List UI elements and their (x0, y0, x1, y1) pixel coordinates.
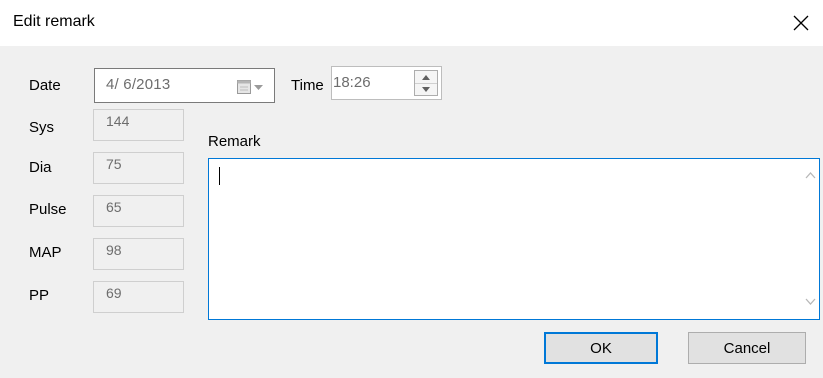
chevron-down-icon (254, 85, 263, 90)
time-label: Time (291, 77, 324, 94)
cancel-button[interactable]: Cancel (688, 332, 806, 364)
remark-label: Remark (208, 133, 261, 150)
text-caret (219, 167, 220, 185)
dia-field: 75 (93, 152, 184, 184)
spin-up-icon (422, 74, 430, 80)
spin-down-icon (422, 86, 430, 92)
pp-field: 69 (93, 281, 184, 313)
remark-scrollbar[interactable] (802, 159, 819, 319)
sys-label: Sys (29, 119, 55, 136)
ok-button[interactable]: OK (544, 332, 658, 364)
date-value: 4/ 6/2013 (106, 76, 171, 93)
time-spinner[interactable] (414, 70, 438, 96)
pp-label: PP (29, 287, 50, 304)
title-bar[interactable]: Edit remark (0, 0, 823, 46)
calendar-dropdown-button[interactable] (233, 77, 267, 97)
sys-field: 144 (93, 109, 184, 141)
map-label: MAP (29, 244, 62, 261)
time-value: 18:26 (333, 74, 371, 91)
remark-textarea[interactable] (208, 158, 820, 320)
calendar-icon (237, 80, 251, 94)
scroll-up-icon[interactable] (804, 169, 817, 182)
scroll-down-icon[interactable] (804, 295, 817, 308)
map-field: 98 (93, 238, 184, 270)
dialog-client-area: Date 4/ 6/2013 Time 18:26 Sys 144 Dia 75… (0, 46, 823, 378)
edit-remark-dialog: Edit remark Date 4/ 6/2013 Time 18:26 Sy… (0, 0, 823, 378)
dialog-title: Edit remark (13, 13, 95, 30)
dia-label: Dia (29, 159, 52, 176)
date-label: Date (29, 77, 61, 94)
close-icon (793, 15, 809, 31)
date-picker[interactable]: 4/ 6/2013 (94, 68, 275, 103)
pulse-label: Pulse (29, 201, 67, 218)
spin-down-button[interactable] (415, 83, 437, 95)
close-button[interactable] (785, 8, 817, 38)
time-picker[interactable]: 18:26 (331, 66, 442, 100)
pulse-field: 65 (93, 195, 184, 227)
